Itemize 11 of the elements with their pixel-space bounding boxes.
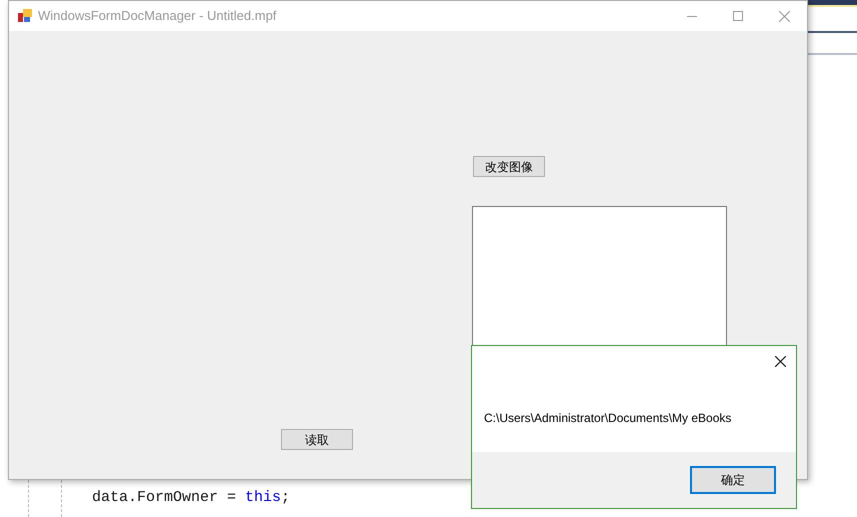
app-icon <box>18 9 32 23</box>
maximize-icon <box>733 11 743 21</box>
code-line: data.FormOwner = this; <box>92 489 290 507</box>
read-button[interactable]: 读取 <box>281 429 353 450</box>
window-title: WindowsFormDocManager - Untitled.mpf <box>38 7 276 26</box>
close-button[interactable] <box>773 354 787 368</box>
change-image-button[interactable]: 改变图像 <box>473 156 545 177</box>
message-text: C:\Users\Administrator\Documents\My eBooks <box>484 411 732 425</box>
close-icon <box>774 356 786 366</box>
ok-button[interactable]: 确定 <box>690 466 776 494</box>
close-icon <box>778 10 790 22</box>
